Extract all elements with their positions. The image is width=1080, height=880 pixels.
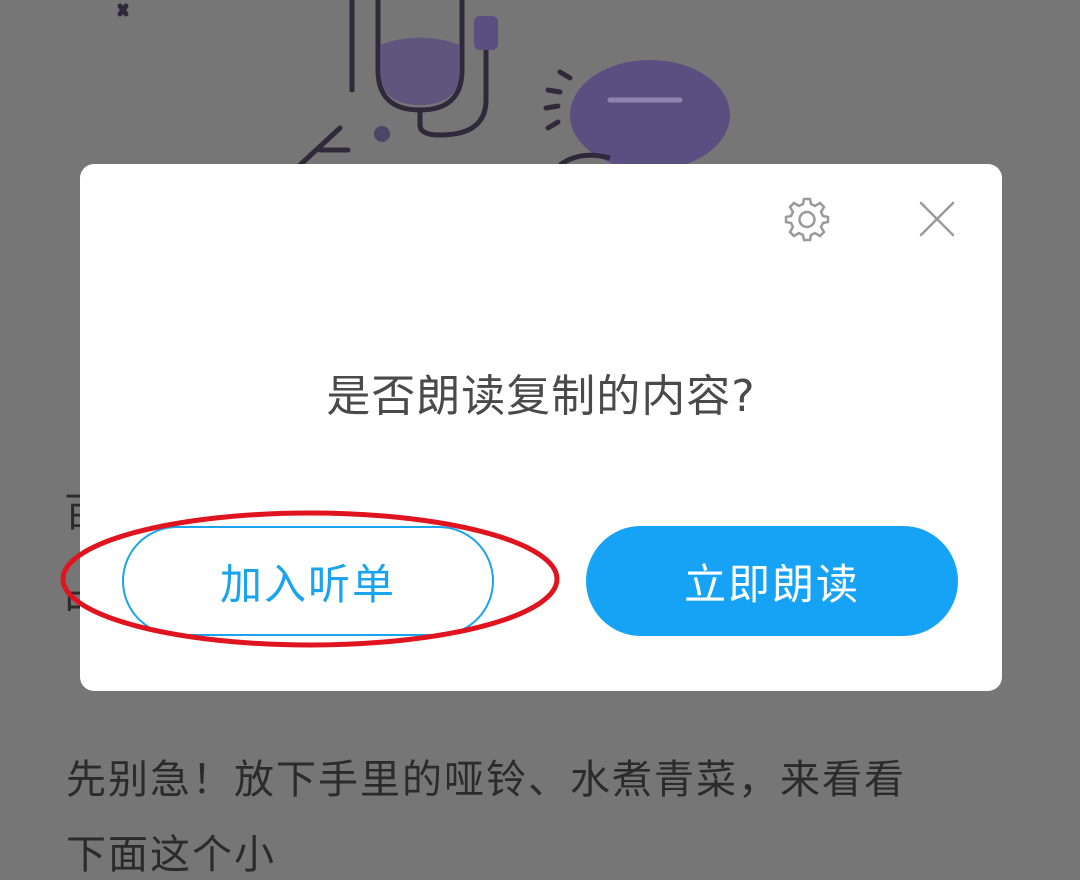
article-text: 下面这个小 [66, 832, 276, 878]
close-button[interactable] [910, 192, 964, 246]
gear-icon [784, 197, 830, 242]
article-text: 先别急！放下手里的哑铃、水煮青菜，来看看 [66, 757, 906, 803]
settings-button[interactable] [780, 192, 834, 246]
read-clipboard-dialog: 是否朗读复制的内容? 加入听单 立即朗读 [80, 164, 1002, 691]
read-now-button[interactable]: 立即朗读 [586, 526, 958, 636]
close-icon [919, 201, 955, 237]
article-illustration [117, 0, 730, 170]
dialog-message: 是否朗读复制的内容? [326, 371, 756, 422]
add-to-playlist-button[interactable]: 加入听单 [122, 526, 494, 636]
